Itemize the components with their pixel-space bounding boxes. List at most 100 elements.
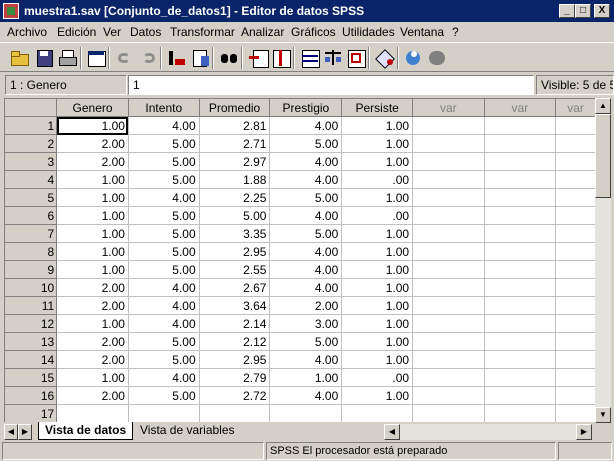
data-cell[interactable]: 2.00: [56, 278, 129, 297]
data-cell[interactable]: 1.00: [341, 134, 414, 153]
data-cell[interactable]: 1.00: [341, 296, 414, 315]
data-cell[interactable]: 2.00: [56, 350, 129, 369]
menu-ver[interactable]: Ver: [103, 25, 121, 39]
data-cell[interactable]: [484, 314, 557, 333]
data-cell[interactable]: [555, 134, 596, 153]
data-cell[interactable]: 1.00: [56, 314, 129, 333]
data-cell[interactable]: 3.35: [199, 224, 271, 243]
data-cell[interactable]: 4.00: [128, 368, 200, 387]
data-cell[interactable]: [484, 152, 557, 171]
data-cell[interactable]: 2.95: [199, 242, 271, 261]
column-header-var[interactable]: var: [484, 99, 557, 117]
data-cell[interactable]: [484, 278, 557, 297]
data-cell[interactable]: [484, 188, 557, 207]
value-labels-icon[interactable]: [374, 47, 396, 69]
insert-variable-icon[interactable]: [270, 47, 292, 69]
data-grid[interactable]: Genero Intento Promedio Prestigio Persis…: [4, 98, 596, 422]
data-cell[interactable]: 2.55: [199, 260, 271, 279]
data-cell[interactable]: [412, 278, 485, 297]
data-cell[interactable]: [555, 188, 596, 207]
data-cell[interactable]: 5.00: [128, 332, 200, 351]
data-cell[interactable]: 1.00: [56, 188, 129, 207]
data-cell[interactable]: [412, 404, 485, 422]
data-cell[interactable]: [484, 296, 557, 315]
use-sets-icon[interactable]: [403, 47, 425, 69]
data-cell[interactable]: [128, 404, 200, 422]
data-cell[interactable]: 2.25: [199, 188, 271, 207]
data-cell[interactable]: 4.00: [128, 188, 200, 207]
data-cell[interactable]: [412, 296, 485, 315]
data-cell[interactable]: [555, 170, 596, 189]
data-cell[interactable]: 1.00: [341, 224, 414, 243]
data-cell[interactable]: 1.00: [341, 386, 414, 405]
data-cell[interactable]: 2.00: [56, 134, 129, 153]
data-cell[interactable]: [412, 206, 485, 225]
data-cell[interactable]: 2.14: [199, 314, 271, 333]
data-cell[interactable]: [555, 368, 596, 387]
menu-utilidades[interactable]: Utilidades: [342, 25, 395, 39]
data-cell[interactable]: 1.00: [56, 260, 129, 279]
menu-edicion[interactable]: Edición: [57, 25, 96, 39]
data-cell[interactable]: 2.81: [199, 116, 271, 135]
data-cell[interactable]: 2.95: [199, 350, 271, 369]
data-cell[interactable]: 4.00: [269, 242, 343, 261]
data-cell[interactable]: 2.71: [199, 134, 271, 153]
data-cell[interactable]: 1.00: [341, 332, 414, 351]
cell-value-input[interactable]: 1: [128, 75, 534, 95]
data-cell[interactable]: [199, 404, 271, 422]
data-cell[interactable]: 5.00: [269, 188, 343, 207]
data-cell[interactable]: 1.00: [56, 116, 129, 135]
tab-scroll-right-icon[interactable]: ▶: [18, 424, 32, 440]
data-cell[interactable]: [412, 224, 485, 243]
data-cell[interactable]: [484, 260, 557, 279]
scroll-thumb[interactable]: [595, 114, 611, 198]
data-cell[interactable]: 1.00: [341, 242, 414, 261]
data-cell[interactable]: 2.00: [56, 152, 129, 171]
data-cell[interactable]: 5.00: [128, 170, 200, 189]
data-cell[interactable]: 2.00: [56, 296, 129, 315]
data-cell[interactable]: 2.00: [56, 386, 129, 405]
variables-icon[interactable]: [189, 47, 211, 69]
row-number[interactable]: 16: [5, 386, 58, 405]
data-cell[interactable]: [484, 332, 557, 351]
row-number[interactable]: 4: [5, 170, 58, 189]
data-cell[interactable]: [484, 224, 557, 243]
column-header-var[interactable]: var: [412, 99, 485, 117]
data-cell[interactable]: 5.00: [128, 350, 200, 369]
row-number[interactable]: 7: [5, 224, 58, 243]
data-cell[interactable]: [555, 242, 596, 261]
data-cell[interactable]: 2.12: [199, 332, 271, 351]
data-cell[interactable]: 5.00: [128, 260, 200, 279]
data-cell[interactable]: [484, 350, 557, 369]
data-cell[interactable]: 3.00: [269, 314, 343, 333]
data-cell[interactable]: 1.00: [341, 260, 414, 279]
data-cell[interactable]: 5.00: [128, 386, 200, 405]
data-cell[interactable]: [555, 314, 596, 333]
scroll-down-icon[interactable]: ▼: [595, 407, 611, 423]
data-cell[interactable]: 1.00: [56, 368, 129, 387]
data-cell[interactable]: 4.00: [269, 206, 343, 225]
tab-data-view[interactable]: Vista de datos: [38, 422, 134, 440]
row-number[interactable]: 13: [5, 332, 58, 351]
print-icon[interactable]: [56, 47, 78, 69]
row-number[interactable]: 10: [5, 278, 58, 297]
data-cell[interactable]: [484, 116, 557, 135]
data-cell[interactable]: 1.00: [341, 188, 414, 207]
scroll-up-icon[interactable]: ▲: [595, 98, 611, 114]
row-number[interactable]: 2: [5, 134, 58, 153]
data-cell[interactable]: 2.00: [269, 296, 343, 315]
menu-datos[interactable]: Datos: [130, 25, 161, 39]
row-number[interactable]: 14: [5, 350, 58, 369]
data-cell[interactable]: [555, 386, 596, 405]
data-cell[interactable]: 1.00: [341, 314, 414, 333]
goto-case-icon[interactable]: [166, 47, 188, 69]
split-file-icon[interactable]: [299, 47, 321, 69]
data-cell[interactable]: 4.00: [269, 170, 343, 189]
horizontal-scrollbar[interactable]: ◀ ▶: [384, 424, 592, 440]
tab-scroll-left-icon[interactable]: ◀: [4, 424, 18, 440]
row-number[interactable]: 15: [5, 368, 58, 387]
scroll-right-icon[interactable]: ▶: [576, 424, 592, 440]
data-cell[interactable]: [484, 134, 557, 153]
data-cell[interactable]: 5.00: [269, 332, 343, 351]
data-cell[interactable]: 2.67: [199, 278, 271, 297]
